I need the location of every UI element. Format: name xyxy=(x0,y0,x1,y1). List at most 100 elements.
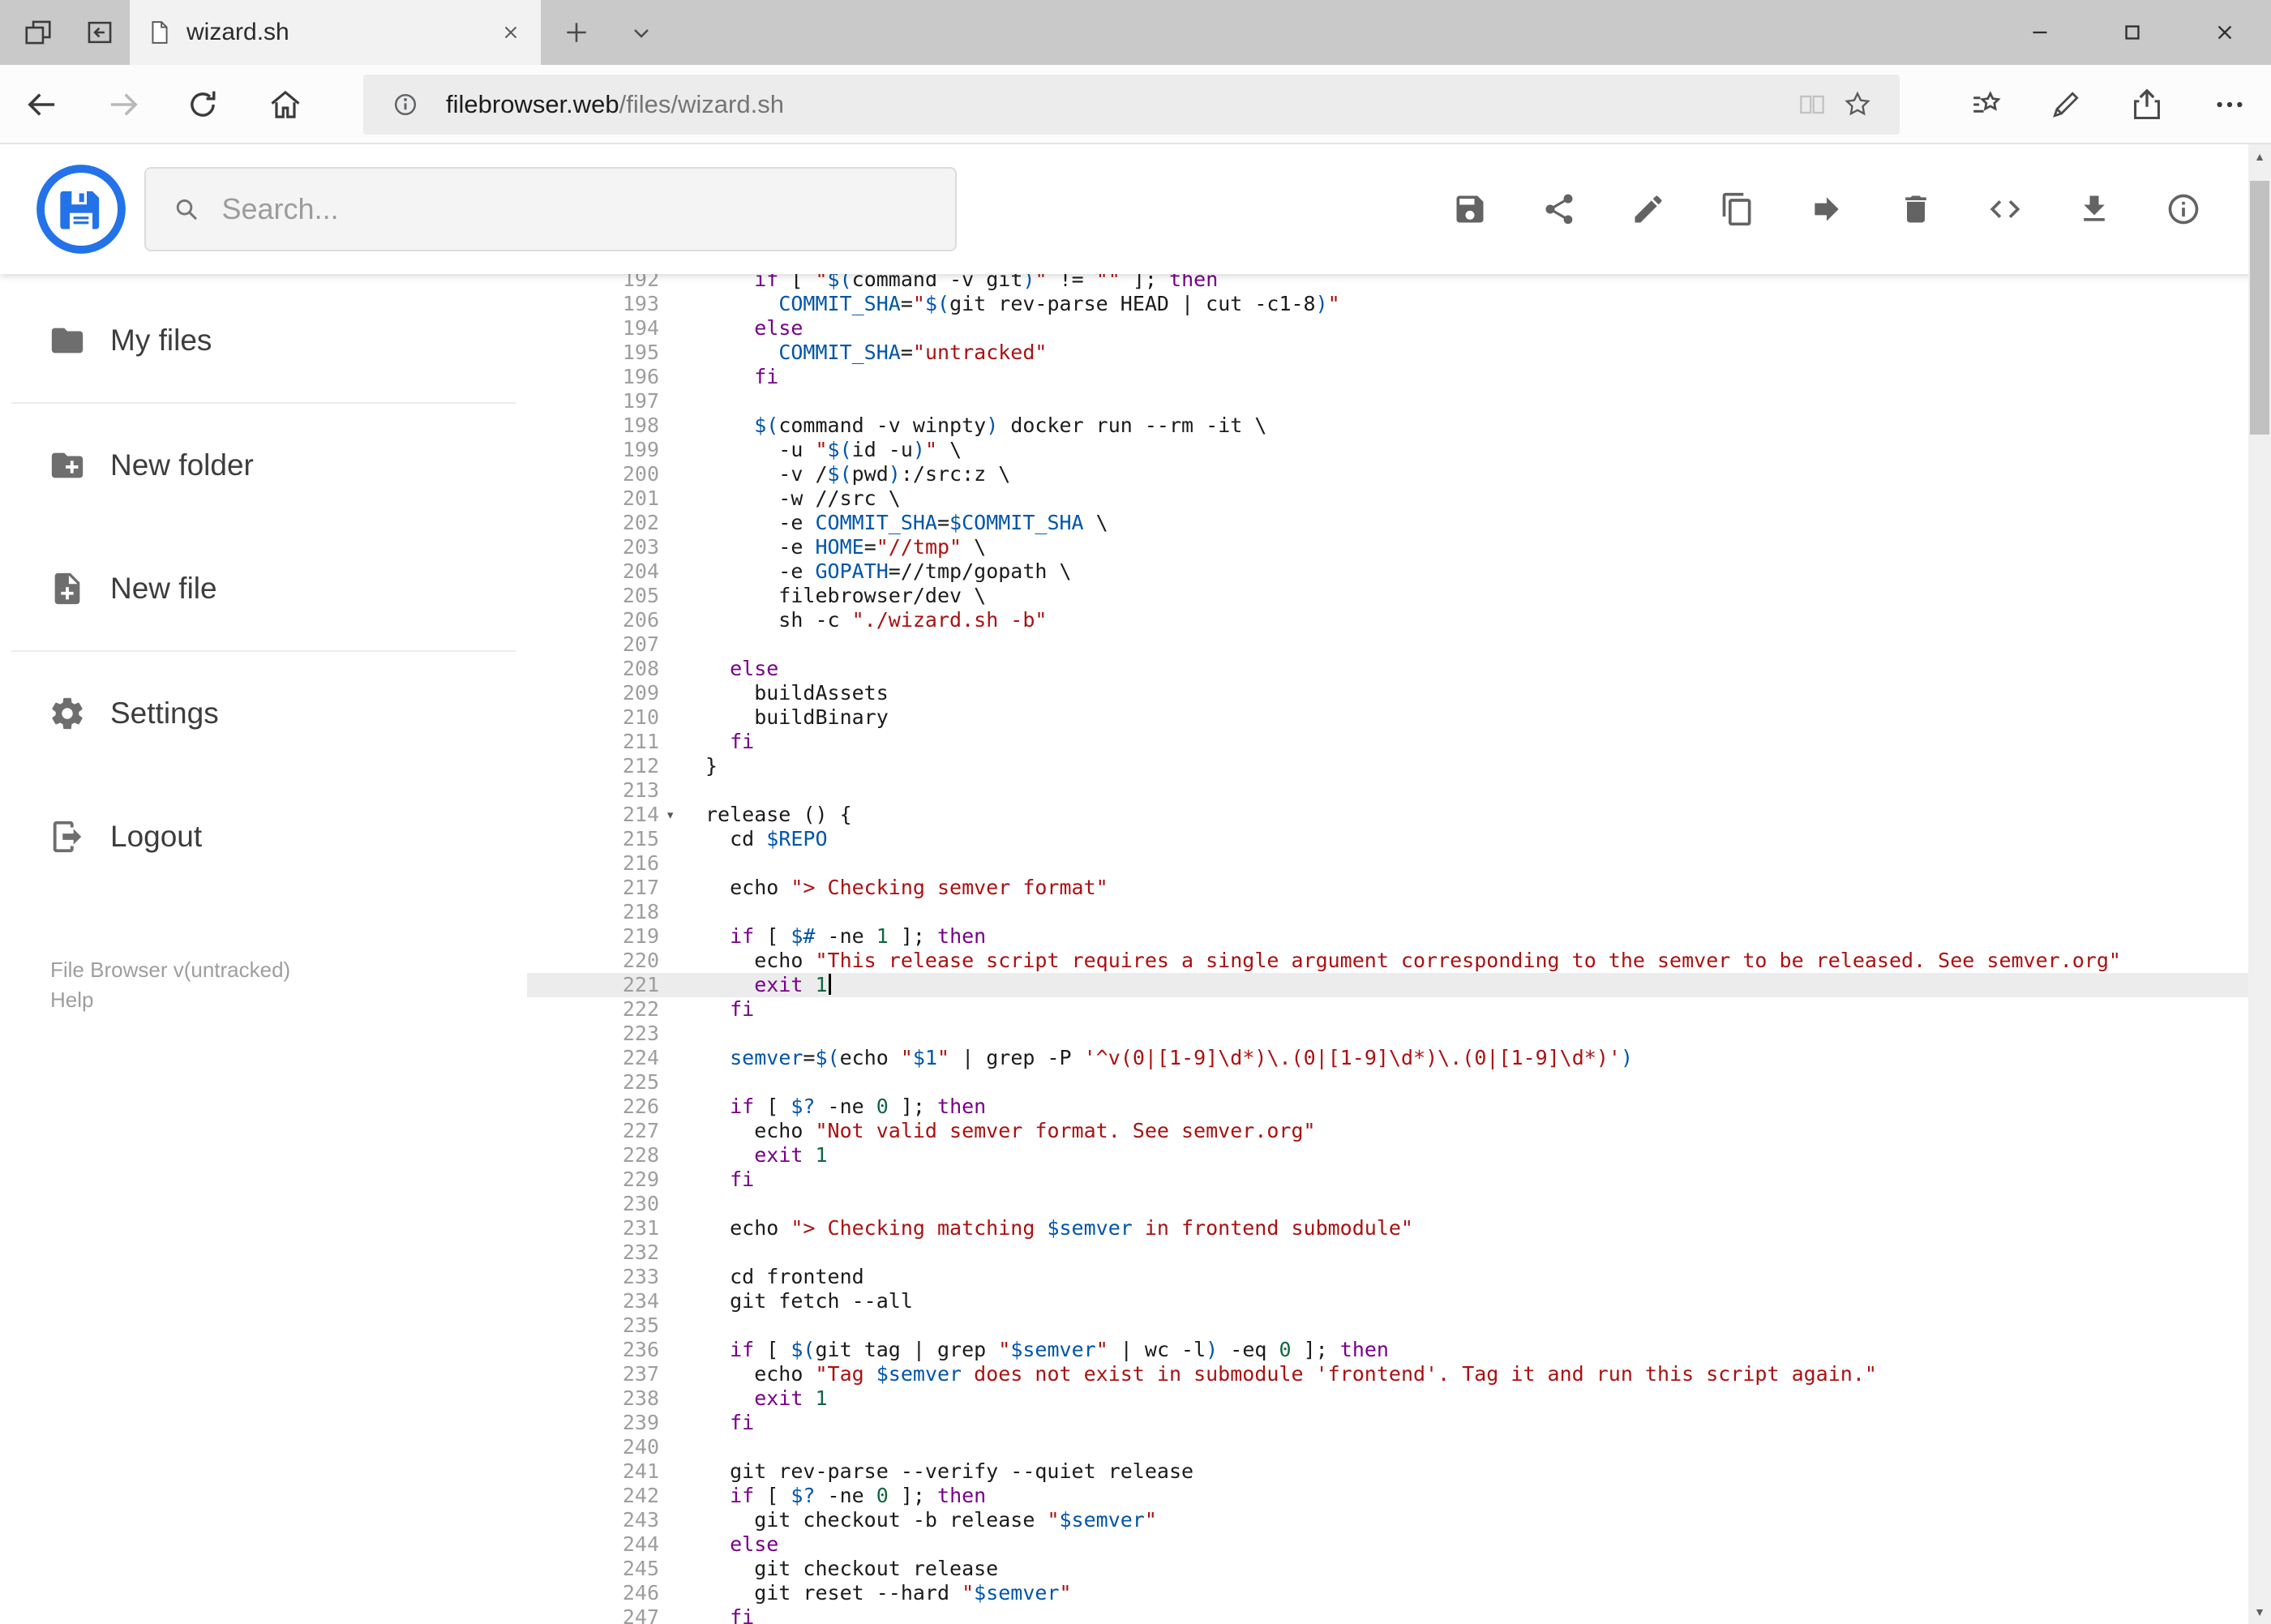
code-line[interactable]: 210 buildBinary xyxy=(527,705,2248,730)
code-line[interactable]: 233 cd frontend xyxy=(527,1265,2248,1289)
code-line[interactable]: 212} xyxy=(527,754,2248,778)
close-button[interactable] xyxy=(2179,0,2271,65)
code-line[interactable]: 227 echo "Not valid semver format. See s… xyxy=(527,1119,2248,1143)
search-box[interactable] xyxy=(144,167,957,251)
address-bar[interactable]: filebrowser.web/files/wizard.sh xyxy=(363,75,1900,135)
toolbar-download-button[interactable] xyxy=(2076,186,2113,232)
code-line[interactable]: 238 exit 1 xyxy=(527,1386,2248,1411)
toolbar-edit-button[interactable] xyxy=(1630,186,1667,232)
sidebar-item-new-file[interactable]: New file xyxy=(0,527,527,650)
tab-close-button[interactable] xyxy=(500,22,521,43)
sidebar-item-settings[interactable]: Settings xyxy=(0,652,527,775)
tab-preview-chevron[interactable] xyxy=(613,0,670,65)
code-line[interactable]: 211 fi xyxy=(527,730,2248,754)
code-line[interactable]: 244 else xyxy=(527,1532,2248,1557)
code-line[interactable]: 214 ▾ release () { xyxy=(527,803,2248,827)
sidebar-item-my-files[interactable]: My files xyxy=(0,279,527,402)
code-line[interactable]: 245 git checkout release xyxy=(527,1557,2248,1581)
code-line[interactable]: 220 echo "This release script requires a… xyxy=(527,949,2248,973)
code-line[interactable]: 193 COMMIT_SHA="$(git rev-parse HEAD | c… xyxy=(527,292,2248,316)
home-button[interactable] xyxy=(251,71,319,139)
browser-tab[interactable]: wizard.sh xyxy=(130,0,541,65)
sidebar-item-logout[interactable]: Logout xyxy=(0,775,527,898)
code-line[interactable]: 232 xyxy=(527,1240,2248,1265)
code-line[interactable]: 199 -u "$(id -u)" \ xyxy=(527,438,2248,462)
site-info-icon[interactable] xyxy=(383,82,428,127)
code-line[interactable]: 208 else xyxy=(527,657,2248,681)
code-line[interactable]: 235 xyxy=(527,1313,2248,1338)
browser-share-button[interactable] xyxy=(2113,71,2181,139)
toolbar-raw-button[interactable] xyxy=(1986,186,2024,232)
refresh-button[interactable] xyxy=(169,71,237,139)
code-line[interactable]: 234 git fetch --all xyxy=(527,1289,2248,1313)
code-line[interactable]: 223 xyxy=(527,1022,2248,1046)
code-editor[interactable]: 192 if [ "$(command -v git)" != "" ]; th… xyxy=(527,274,2248,1624)
code-line[interactable]: 206 sh -c "./wizard.sh -b" xyxy=(527,608,2248,632)
code-line[interactable]: 225 xyxy=(527,1070,2248,1095)
scroll-down-button[interactable]: ▼ xyxy=(2248,1600,2271,1624)
search-input[interactable] xyxy=(221,192,929,226)
filebrowser-logo[interactable] xyxy=(36,164,126,255)
code-line[interactable]: 221 exit 1 xyxy=(527,973,2248,997)
code-line[interactable]: 222 fi xyxy=(527,997,2248,1022)
code-line[interactable]: 203 -e HOME="//tmp" \ xyxy=(527,535,2248,559)
code-line[interactable]: 246 git reset --hard "$semver" xyxy=(527,1581,2248,1605)
tabs-set-aside-button[interactable] xyxy=(71,0,128,65)
code-line[interactable]: 226 if [ $? -ne 0 ]; then xyxy=(527,1095,2248,1119)
code-line[interactable]: 228 exit 1 xyxy=(527,1143,2248,1168)
toolbar-info-button[interactable] xyxy=(2165,186,2202,232)
code-line[interactable]: 230 xyxy=(527,1192,2248,1216)
code-line[interactable]: 218 xyxy=(527,900,2248,924)
code-line[interactable]: 198 $(command -v winpty) docker run --rm… xyxy=(527,413,2248,438)
code-line[interactable]: 213 xyxy=(527,778,2248,803)
favorites-hub-button[interactable] xyxy=(1952,71,2020,139)
code-line[interactable]: 237 echo "Tag $semver does not exist in … xyxy=(527,1362,2248,1386)
code-line[interactable]: 202 -e COMMIT_SHA=$COMMIT_SHA \ xyxy=(527,511,2248,535)
code-line[interactable]: 204 -e GOPATH=//tmp/gopath \ xyxy=(527,559,2248,584)
code-line[interactable]: 231 echo "> Checking matching $semver in… xyxy=(527,1216,2248,1240)
favorite-star-button[interactable] xyxy=(1835,82,1880,127)
code-line[interactable]: 236 if [ $(git tag | grep "$semver" | wc… xyxy=(527,1338,2248,1362)
code-line[interactable]: 197 xyxy=(527,389,2248,413)
toolbar-save-button[interactable] xyxy=(1451,186,1489,232)
code-line[interactable]: 215 cd $REPO xyxy=(527,827,2248,851)
help-link[interactable]: Help xyxy=(50,985,290,1015)
page-scrollbar[interactable]: ▲ ▼ xyxy=(2248,144,2271,1624)
code-line[interactable]: 207 xyxy=(527,632,2248,657)
reading-view-button[interactable] xyxy=(1789,82,1835,127)
code-line[interactable]: 224 semver=$(echo "$1" | grep -P '^v(0|[… xyxy=(527,1046,2248,1070)
code-line[interactable]: 243 git checkout -b release "$semver" xyxy=(527,1508,2248,1532)
sidebar-item-new-folder[interactable]: New folder xyxy=(0,404,527,527)
code-line[interactable]: 217 echo "> Checking semver format" xyxy=(527,876,2248,900)
more-options-button[interactable] xyxy=(2196,71,2264,139)
code-line[interactable]: 194 else xyxy=(527,316,2248,341)
annotate-button[interactable] xyxy=(2032,71,2100,139)
code-line[interactable]: 247 fi xyxy=(527,1605,2248,1624)
code-line[interactable]: 239 fi xyxy=(527,1411,2248,1435)
minimize-button[interactable] xyxy=(1994,0,2086,65)
forward-button[interactable] xyxy=(89,71,157,139)
back-button[interactable] xyxy=(8,71,76,139)
code-line[interactable]: 200 -v /$(pwd):/src:z \ xyxy=(527,462,2248,486)
code-line[interactable]: 192 if [ "$(command -v git)" != "" ]; th… xyxy=(527,274,2248,292)
new-tab-button[interactable] xyxy=(548,0,605,65)
code-line[interactable]: 242 if [ $? -ne 0 ]; then xyxy=(527,1484,2248,1508)
toolbar-copy-button[interactable] xyxy=(1719,186,1756,232)
code-line[interactable]: 196 fi xyxy=(527,365,2248,389)
code-line[interactable]: 201 -w //src \ xyxy=(527,486,2248,511)
code-line[interactable]: 229 fi xyxy=(527,1168,2248,1192)
toolbar-delete-button[interactable] xyxy=(1897,186,1935,232)
code-line[interactable]: 205 filebrowser/dev \ xyxy=(527,584,2248,608)
code-line[interactable]: 195 COMMIT_SHA="untracked" xyxy=(527,341,2248,365)
scroll-thumb[interactable] xyxy=(2250,181,2269,435)
code-line[interactable]: 240 xyxy=(527,1435,2248,1459)
toolbar-share-button[interactable] xyxy=(1540,186,1578,232)
fold-arrow-icon[interactable]: ▾ xyxy=(659,803,705,827)
toolbar-move-button[interactable] xyxy=(1808,186,1845,232)
scroll-up-button[interactable]: ▲ xyxy=(2248,144,2271,169)
code-line[interactable]: 216 xyxy=(527,851,2248,876)
maximize-button[interactable] xyxy=(2086,0,2179,65)
set-tabs-aside-button[interactable] xyxy=(10,0,66,65)
code-line[interactable]: 241 git rev-parse --verify --quiet relea… xyxy=(527,1459,2248,1484)
code-line[interactable]: 209 buildAssets xyxy=(527,681,2248,705)
